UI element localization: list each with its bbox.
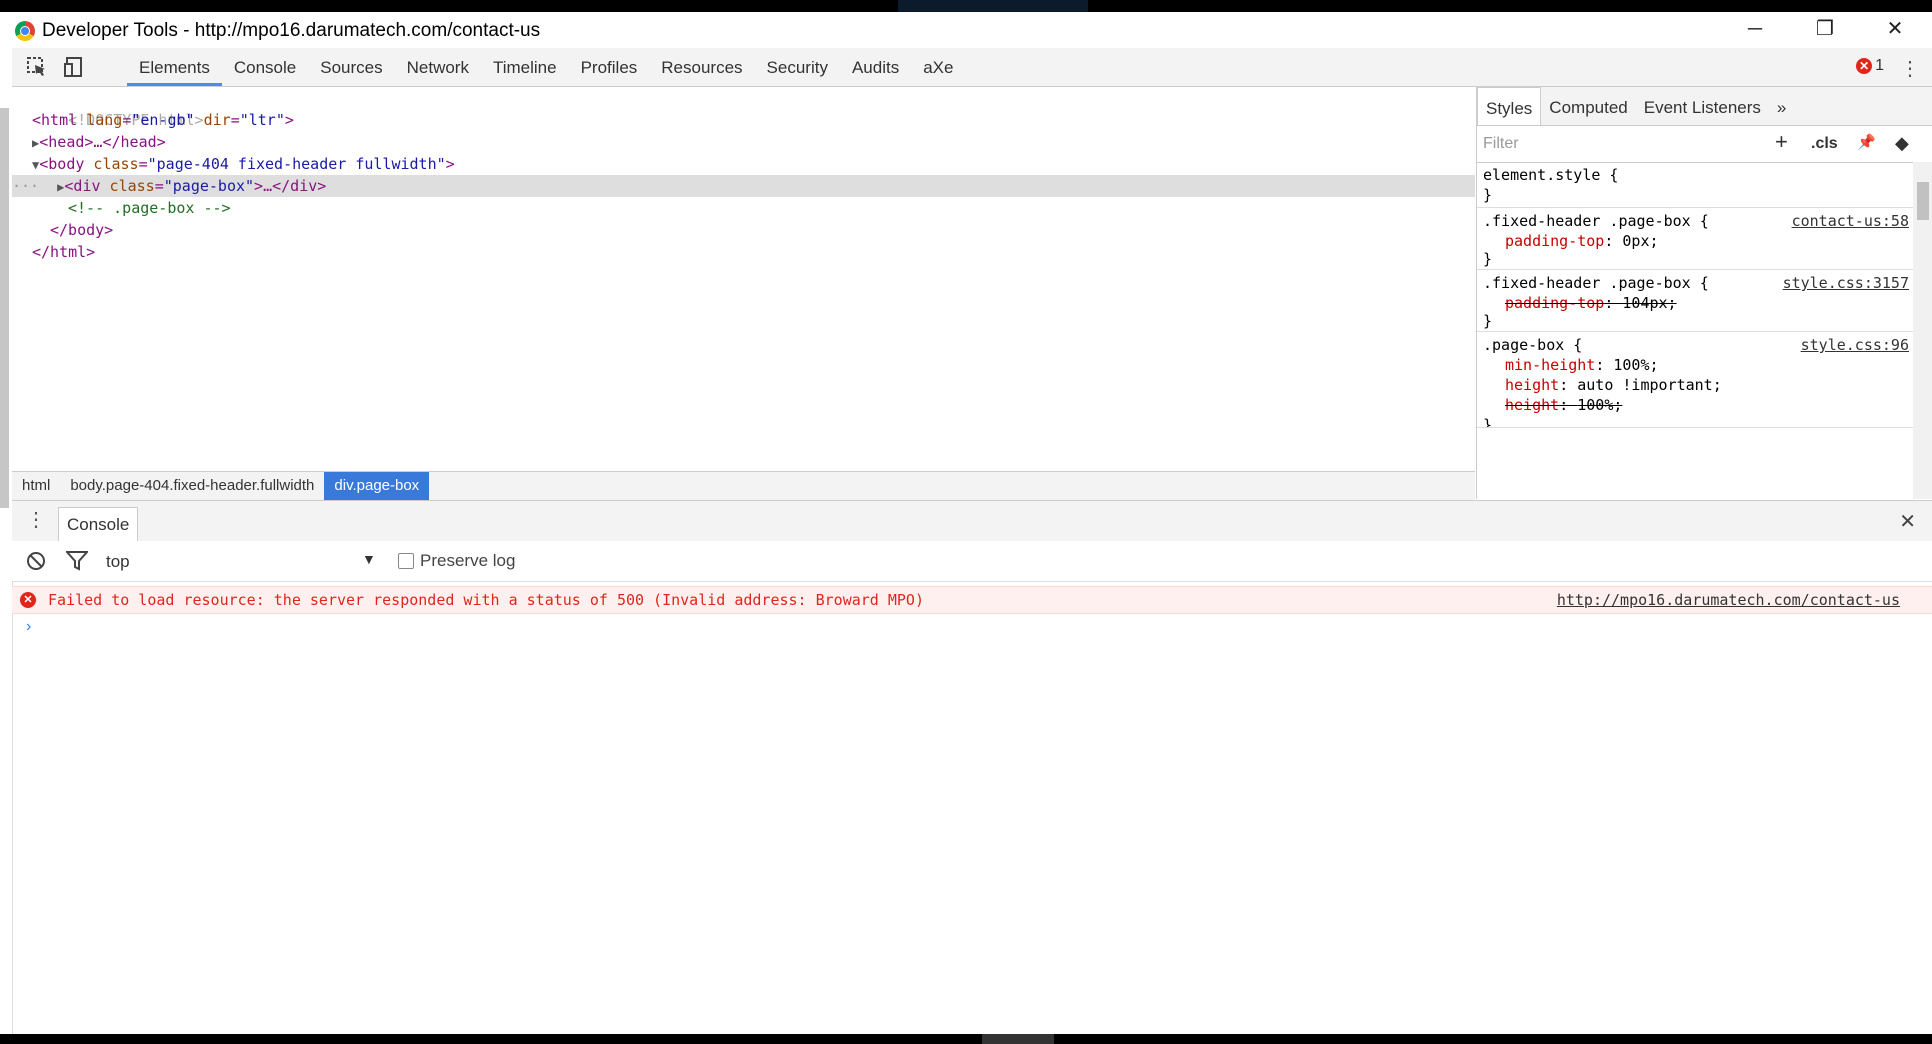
styles-scrollbar-thumb[interactable]	[1917, 182, 1929, 220]
error-icon: ✕	[1856, 58, 1873, 74]
tab-console[interactable]: Console	[222, 48, 308, 86]
tab-elements[interactable]: Elements	[127, 48, 222, 86]
breadcrumb-html[interactable]: html	[12, 472, 60, 500]
devtools-toolbar: Elements Console Sources Network Timelin…	[12, 48, 1932, 87]
drawer-tabbar: ⋮ Console ✕	[12, 500, 1932, 542]
chrome-logo-icon	[15, 21, 35, 41]
drawer-tab-console[interactable]: Console	[58, 507, 139, 542]
add-rule-icon[interactable]: +	[1775, 129, 1788, 155]
console-toolbar: top ▼ Preserve log	[12, 541, 1932, 582]
inspect-element-icon[interactable]	[26, 56, 48, 78]
style-rule[interactable]: .fixed-header .page-box { contact-us:58 …	[1477, 207, 1913, 270]
left-edge-scroll	[0, 108, 9, 508]
style-source-link[interactable]: style.css:96	[1801, 335, 1909, 355]
error-count: 1	[1875, 57, 1884, 74]
devtools-menu-icon[interactable]: ⋮	[1900, 56, 1920, 81]
breadcrumb-body[interactable]: body.page-404.fixed-header.fullwidth	[60, 472, 324, 500]
tab-computed[interactable]: Computed	[1541, 87, 1635, 125]
style-source-link[interactable]: contact-us:58	[1792, 211, 1909, 231]
more-tabs-icon[interactable]: »	[1769, 87, 1794, 125]
window-title: Developer Tools - http://mpo16.darumatec…	[42, 20, 541, 41]
pin-icon[interactable]: 📌	[1857, 133, 1876, 151]
restore-button[interactable]: ❐	[1800, 14, 1850, 44]
styles-tabs: Styles Computed Event Listeners »	[1477, 87, 1932, 126]
horizontal-scroll-thumb	[982, 1034, 1054, 1044]
styles-scrollbar[interactable]	[1913, 162, 1932, 499]
dom-html-node[interactable]: <html lang="en-gb" dir="ltr">	[12, 109, 1475, 131]
close-window-button[interactable]: ✕	[1870, 14, 1920, 44]
screen-bottom-edge	[0, 1034, 1932, 1044]
tab-resources[interactable]: Resources	[649, 48, 754, 86]
tab-network[interactable]: Network	[395, 48, 481, 86]
styles-filter-input[interactable]: Filter	[1483, 135, 1519, 153]
preserve-log-label[interactable]: Preserve log	[420, 551, 515, 571]
console-prompt[interactable]: ›	[26, 618, 31, 636]
dom-html-close[interactable]: </html>	[12, 241, 1475, 263]
dom-tree: <!DOCTYPE html> <html lang="en-gb" dir="…	[12, 87, 1475, 471]
console-error-message: ✕ Failed to load resource: the server re…	[12, 586, 1932, 614]
tab-profiles[interactable]: Profiles	[569, 48, 650, 86]
tab-audits[interactable]: Audits	[840, 48, 911, 86]
tab-sources[interactable]: Sources	[308, 48, 394, 86]
styles-filter-bar: Filter + .cls 📌 ◆	[1477, 126, 1932, 163]
device-mode-icon[interactable]	[64, 56, 86, 78]
preserve-log-checkbox[interactable]	[398, 553, 414, 569]
style-rule[interactable]: .fixed-header .page-box { style.css:3157…	[1477, 269, 1913, 332]
tab-styles[interactable]: Styles	[1477, 87, 1542, 125]
style-rule[interactable]: .page-box { style.css:96 min-height: 100…	[1477, 331, 1913, 428]
dom-div-node-selected[interactable]: ··· ▶<div class="page-box">…</div>	[12, 175, 1475, 197]
error-message-text: Failed to load resource: the server resp…	[48, 591, 924, 609]
tab-security[interactable]: Security	[755, 48, 840, 86]
dom-body-close[interactable]: </body>	[12, 219, 1475, 241]
error-counter[interactable]: ✕ 1	[1856, 57, 1884, 75]
dom-head-node[interactable]: ▶<head>…</head>	[12, 131, 1475, 153]
clear-console-icon[interactable]	[26, 551, 46, 576]
drawer-menu-icon[interactable]: ⋮	[26, 507, 46, 532]
error-source-link[interactable]: http://mpo16.darumatech.com/contact-us	[1557, 591, 1900, 609]
element-state-icon[interactable]: ◆	[1895, 133, 1909, 154]
styles-sidebar: Styles Computed Event Listeners » Filter…	[1476, 87, 1932, 499]
tab-timeline[interactable]: Timeline	[481, 48, 569, 86]
breadcrumb: html body.page-404.fixed-header.fullwidt…	[12, 471, 1475, 501]
context-selector[interactable]: top	[106, 552, 130, 572]
filter-icon[interactable]	[64, 551, 90, 576]
chevron-down-icon[interactable]: ▼	[362, 551, 376, 567]
breadcrumb-div-page-box[interactable]: div.page-box	[324, 472, 430, 500]
screen-top-edge	[0, 0, 1932, 20]
style-source-link[interactable]: style.css:3157	[1783, 273, 1909, 293]
style-rule-element-style[interactable]: element.style { }	[1477, 163, 1913, 208]
dom-comment-node[interactable]: <!-- .page-box -->	[12, 197, 1475, 219]
window-titlebar: Developer Tools - http://mpo16.darumatec…	[0, 12, 1932, 48]
dom-body-node[interactable]: ▼<body class="page-404 fixed-header full…	[12, 153, 1475, 175]
cls-toggle-button[interactable]: .cls	[1811, 135, 1838, 153]
selected-marker[interactable]: ···	[12, 177, 39, 195]
panel-tabs: Elements Console Sources Network Timelin…	[127, 48, 965, 86]
tab-axe[interactable]: aXe	[911, 48, 965, 86]
tab-event-listeners[interactable]: Event Listeners	[1636, 87, 1769, 125]
dom-doctype[interactable]: <!DOCTYPE html>	[12, 87, 1475, 129]
minimize-button[interactable]: ─	[1730, 14, 1780, 44]
close-drawer-icon[interactable]: ✕	[1899, 509, 1916, 534]
error-icon: ✕	[20, 592, 36, 608]
